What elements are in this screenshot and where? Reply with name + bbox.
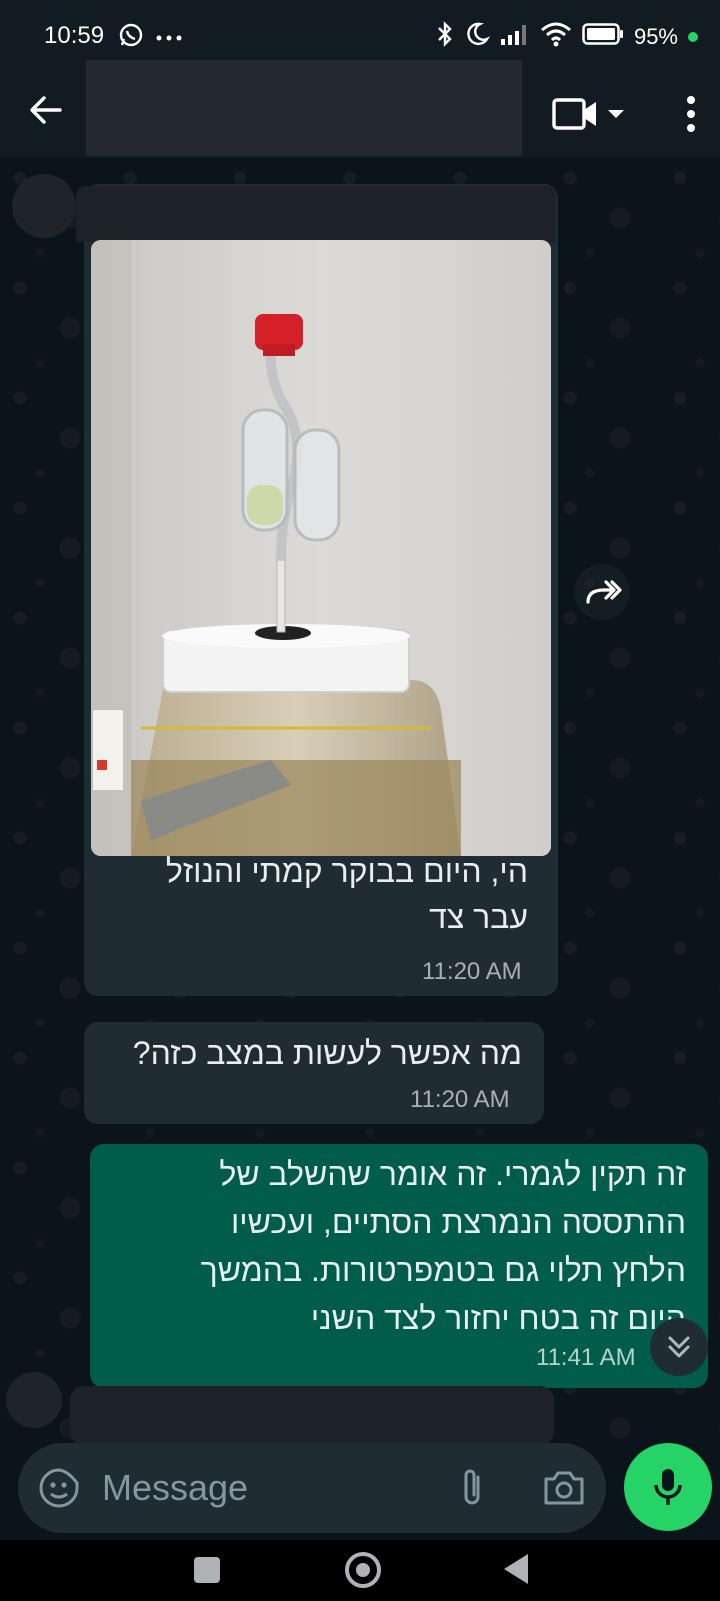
chat-area[interactable]: הי, היום בבוקר קמתי והנוזל עבר צד 11:20 … <box>0 158 720 1443</box>
message-bubble-incoming[interactable]: מה אפשר לעשות במצב כזה? 11:20 AM <box>84 1022 544 1124</box>
back-arrow-icon[interactable] <box>26 90 66 130</box>
message-photo[interactable] <box>91 240 551 856</box>
message-text: הי, היום בבוקר קמתי והנוזל עבר צד <box>165 853 528 935</box>
system-back-icon[interactable] <box>504 1554 528 1584</box>
kebab-menu-icon[interactable] <box>674 92 708 136</box>
mic-icon <box>654 1469 682 1505</box>
chevron-down-icon <box>608 110 624 118</box>
forward-icon[interactable] <box>574 564 630 620</box>
message-text: מה אפשר לעשות במצב כזה? <box>132 1035 522 1071</box>
more-dots-icon <box>156 29 182 47</box>
video-call-icon[interactable] <box>552 94 628 134</box>
battery-icon <box>582 22 624 51</box>
message-composer <box>18 1443 606 1533</box>
mic-button[interactable] <box>624 1443 712 1531</box>
whatsapp-icon <box>118 22 144 53</box>
message-input[interactable] <box>102 1461 442 1515</box>
moon-icon <box>464 21 490 52</box>
message-timestamp: 11:20 AM <box>410 1086 510 1113</box>
message-bubble-incoming[interactable] <box>70 1386 554 1443</box>
wifi-icon <box>540 21 572 52</box>
battery-percent: 95% <box>633 23 678 49</box>
home-icon[interactable] <box>345 1552 381 1588</box>
sticker-emoji-icon[interactable] <box>38 1467 80 1509</box>
message-timestamp: 11:41 AM <box>536 1344 636 1371</box>
privacy-indicator <box>688 31 698 42</box>
double-chevron-down-icon <box>668 1336 690 1358</box>
contact-name-redacted[interactable] <box>86 60 522 156</box>
avatar[interactable] <box>12 174 76 238</box>
signal-icon <box>500 22 530 51</box>
scroll-to-bottom-button[interactable] <box>650 1318 708 1376</box>
message-timestamp: 11:20 AM <box>422 958 522 985</box>
sender-name-redacted <box>76 186 556 242</box>
bluetooth-icon <box>436 20 454 53</box>
system-nav-bar <box>0 1540 720 1601</box>
message-text: זה תקין לגמרי. זה אומר שהשלב של ההתססה ה… <box>200 1156 686 1336</box>
status-time: 10:59 <box>44 22 105 49</box>
message-bubble-outgoing[interactable]: זה תקין לגמרי. זה אומר שהשלב של ההתססה ה… <box>90 1144 708 1388</box>
recents-icon[interactable] <box>194 1557 220 1583</box>
chat-header <box>0 60 720 158</box>
avatar[interactable] <box>6 1372 62 1428</box>
camera-icon[interactable] <box>542 1467 586 1507</box>
paperclip-icon[interactable] <box>454 1465 490 1511</box>
